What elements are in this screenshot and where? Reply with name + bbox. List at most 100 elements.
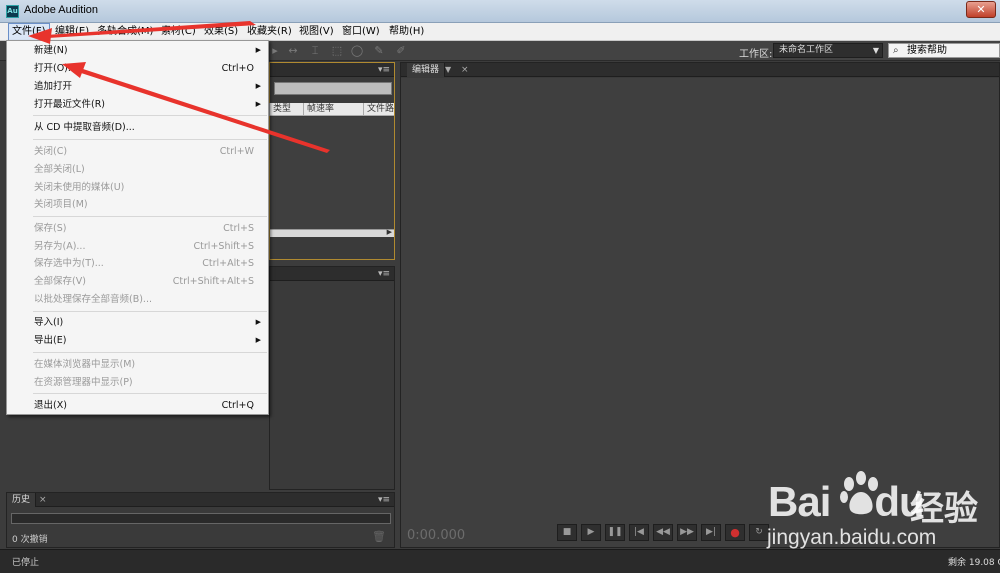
history-panel-header: 历史 × ▾≡ [7, 493, 394, 507]
menu-window[interactable]: 窗口(W) [339, 23, 383, 41]
history-panel: 历史 × ▾≡ 0 次撤销 🗑 [6, 492, 395, 548]
menu-item-open[interactable]: 打开(O)... Ctrl+O [7, 60, 268, 77]
files-list[interactable] [270, 117, 394, 229]
menu-edit[interactable]: 编辑(E) [52, 23, 92, 41]
workspace-value: 未命名工作区 [779, 45, 834, 55]
media-browser-panel: ▾≡ [269, 266, 395, 490]
search-icon: ⌕ [893, 45, 899, 56]
loop-icon[interactable]: ↻ [749, 524, 769, 541]
editor-file-dropdown-icon[interactable]: ▼ [445, 63, 451, 77]
menu-item-batch-save: 以批处理保存全部音频(B)... [34, 294, 152, 305]
column-file-path[interactable]: 文件路 [363, 103, 394, 116]
menu-item-reveal-explorer: 在资源管理器中显示(P) [34, 377, 133, 388]
arrow-icon[interactable]: ▸ [268, 44, 282, 58]
workspace-label: 工作区: [739, 49, 773, 60]
razor-icon[interactable]: ⌶ [308, 44, 322, 58]
editor-panel-header: 编辑器 ▼ × [401, 63, 999, 77]
files-horizontal-scrollbar[interactable]: ▶ [270, 228, 394, 237]
submenu-arrow-icon: ▶ [255, 318, 261, 326]
search-help-input[interactable]: ⌕ 搜索帮助 [888, 43, 1000, 58]
panel-menu-icon[interactable]: ▾≡ [378, 63, 390, 77]
undo-count: 0 次撤销 [12, 535, 48, 545]
submenu-arrow-icon: ▶ [255, 46, 261, 54]
spot-heal-icon[interactable]: ✐ [394, 44, 408, 58]
submenu-arrow-icon: ▶ [255, 82, 261, 90]
playback-status: 已停止 [12, 558, 40, 568]
close-icon[interactable]: × [461, 63, 469, 77]
menu-separator [33, 115, 267, 116]
tab-editor[interactable]: 编辑器 [407, 63, 446, 77]
menu-item-export[interactable]: 导出(E) ▶ [7, 332, 268, 349]
menu-item-reveal-media-browser: 在媒体浏览器中显示(M) [34, 359, 136, 370]
status-bar: 已停止 剩余 19.08 GB [0, 549, 1000, 573]
menu-separator [33, 311, 267, 312]
menu-favorites[interactable]: 收藏夹(R) [244, 23, 295, 41]
timecode-display: 0:00.000 [407, 528, 466, 543]
to-end-icon[interactable]: ▶| [701, 524, 721, 541]
record-icon[interactable]: ● [725, 524, 745, 541]
menu-item-open-recent[interactable]: 打开最近文件(R) ▶ [7, 96, 268, 113]
baidu-paw-icon [840, 471, 878, 515]
fast-forward-icon[interactable]: ▶▶ [677, 524, 697, 541]
menu-separator [33, 352, 267, 353]
editor-waveform-area[interactable] [401, 78, 999, 547]
submenu-arrow-icon: ▶ [255, 336, 261, 344]
menu-item-exit[interactable]: 退出(X) Ctrl+Q [7, 397, 268, 414]
chevron-down-icon: ▼ [872, 46, 879, 55]
pause-icon[interactable]: ❚❚ [605, 524, 625, 541]
menu-item-append-open[interactable]: 追加打开 ▶ [7, 78, 268, 95]
time-select-icon[interactable]: ↔ [286, 44, 300, 58]
menu-item-import[interactable]: 导入(I) ▶ [7, 314, 268, 331]
menu-clip[interactable]: 素材(C) [158, 23, 199, 41]
lasso-icon[interactable]: ◯ [350, 44, 364, 58]
menu-item-extract-cd[interactable]: 从 CD 中提取音频(D)... [7, 119, 268, 136]
menu-item-save: 保存(S) Ctrl+S [34, 223, 254, 234]
workspace-select[interactable]: 未命名工作区 ▼ [773, 43, 883, 58]
menu-multitrack[interactable]: 多轨合成(M) [94, 23, 156, 41]
menu-effects[interactable]: 效果(S) [201, 23, 241, 41]
files-panel: ▾≡ 类型 帧速率 文件路 ▶ [269, 62, 395, 260]
search-placeholder: 搜索帮助 [907, 45, 947, 56]
column-type[interactable]: 类型 [269, 103, 303, 116]
column-frame-rate[interactable]: 帧速率 [303, 103, 363, 116]
file-menu-dropdown: 新建(N) ▶ 打开(O)... Ctrl+O 追加打开 ▶ 打开最近文件(R)… [6, 40, 269, 415]
panel-menu-icon[interactable]: ▾≡ [378, 267, 390, 281]
play-icon[interactable]: ▶ [581, 524, 601, 541]
history-list[interactable] [11, 513, 391, 524]
marquee-icon[interactable]: ⬚ [330, 44, 344, 58]
submenu-arrow-icon: ▶ [255, 100, 261, 108]
tab-history[interactable]: 历史 [7, 493, 37, 507]
menu-item-save-as: 另存为(A)... Ctrl+Shift+S [34, 241, 254, 252]
stop-icon[interactable]: ■ [557, 524, 577, 541]
menu-help[interactable]: 帮助(H) [386, 23, 427, 41]
menu-item-close: 关闭(C) Ctrl+W [34, 146, 254, 157]
menu-item-close-unused: 关闭未使用的媒体(U) [34, 182, 125, 193]
files-search-input[interactable] [274, 82, 392, 95]
trash-icon[interactable]: 🗑 [372, 530, 386, 543]
menu-view[interactable]: 视图(V) [296, 23, 337, 41]
window-close-button[interactable]: ✕ [966, 1, 996, 18]
menu-item-new[interactable]: 新建(N) ▶ [7, 42, 268, 59]
panel-menu-icon[interactable]: ▾≡ [378, 493, 390, 507]
files-column-header: 类型 帧速率 文件路 [269, 103, 394, 116]
menu-bar: 文件(F) 编辑(E) 多轨合成(M) 素材(C) 效果(S) 收藏夹(R) 视… [0, 23, 1000, 41]
editor-panel: 编辑器 ▼ × 0:00.000 ■ ▶ ❚❚ |◀ ◀◀ ▶▶ ▶| ● ↻ [400, 62, 1000, 548]
close-icon[interactable]: × [39, 493, 47, 507]
menu-item-save-selection: 保存选中为(T)... Ctrl+Alt+S [34, 258, 254, 269]
scroll-right-icon[interactable]: ▶ [387, 228, 392, 236]
window-title: Adobe Audition [24, 4, 99, 16]
audition-app-icon: Au [6, 5, 19, 18]
title-bar: Au Adobe Audition ✕ [0, 0, 1000, 23]
menu-item-close-project: 关闭项目(M) [34, 199, 88, 210]
menu-separator [33, 393, 267, 394]
menu-separator [33, 139, 267, 140]
menu-separator [33, 216, 267, 217]
rewind-icon[interactable]: ◀◀ [653, 524, 673, 541]
menu-file[interactable]: 文件(F) [8, 23, 50, 41]
to-start-icon[interactable]: |◀ [629, 524, 649, 541]
disk-space: 剩余 19.08 GB [948, 558, 1000, 568]
menu-item-close-all: 全部关闭(L) [34, 164, 85, 175]
brush-icon[interactable]: ✎ [372, 44, 386, 58]
menu-item-save-all: 全部保存(V) Ctrl+Shift+Alt+S [34, 276, 254, 287]
watermark-jingyan: 经验 [910, 489, 978, 529]
